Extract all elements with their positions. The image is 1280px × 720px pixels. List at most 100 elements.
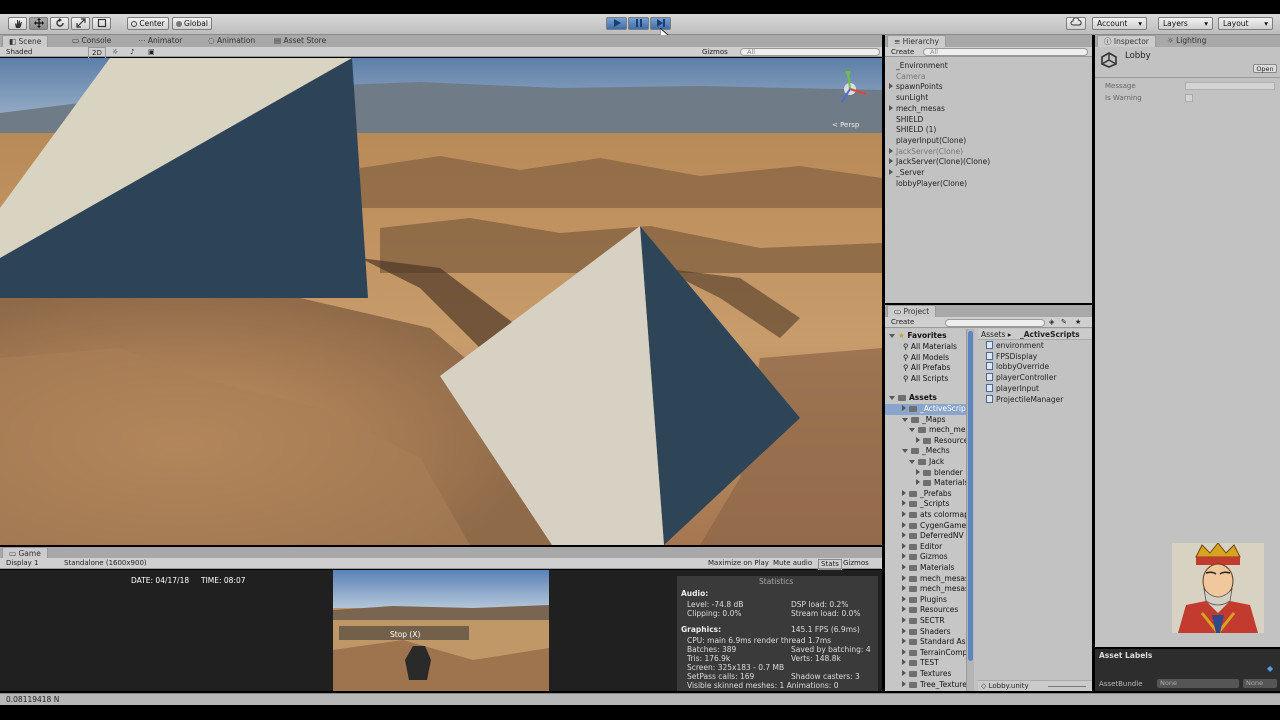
favorite-star-icon[interactable]: ★ <box>1075 317 1081 328</box>
asset-folder-item[interactable]: _Mechs <box>885 446 966 457</box>
lighting-toggle-icon[interactable]: ☼ <box>112 47 118 57</box>
breadcrumb-current[interactable]: _ActiveScripts <box>1020 330 1080 339</box>
asset-folder-item[interactable]: Resources <box>885 436 966 447</box>
filter-label-icon[interactable]: ✎ <box>1061 317 1067 328</box>
inspector-open-button[interactable]: Open <box>1253 64 1277 73</box>
stop-button-label[interactable]: Stop (X) <box>390 630 420 639</box>
audio-toggle-icon[interactable]: ♪ <box>130 47 134 57</box>
tab-lighting[interactable]: ☼ Lighting <box>1161 35 1212 47</box>
expand-arrow-icon[interactable] <box>902 574 906 581</box>
hierarchy-item[interactable]: JackServer(Clone) <box>889 147 963 157</box>
expand-arrow-icon[interactable] <box>902 521 906 528</box>
tab-asset-store[interactable]: ▤ Asset Store <box>268 35 332 47</box>
asset-folder-item[interactable]: Plugins <box>885 595 966 606</box>
tab-hierarchy[interactable]: ≡ Hierarchy <box>887 35 946 47</box>
project-search-input[interactable] <box>945 319 1045 327</box>
expand-arrow-icon[interactable] <box>902 532 906 539</box>
asset-folder-item[interactable]: _Prefabs <box>885 489 966 500</box>
asset-folder-item[interactable]: CygenGames <box>885 521 966 532</box>
tab-project[interactable]: ▭ Project <box>887 305 937 317</box>
hierarchy-item[interactable]: mech_mesas <box>889 104 945 114</box>
layout-dropdown[interactable]: Layout ▾ <box>1218 17 1273 30</box>
expand-arrow-icon[interactable] <box>902 449 908 454</box>
expand-arrow-icon[interactable] <box>902 680 906 687</box>
asset-folder-item[interactable]: blender <box>885 468 966 479</box>
expand-arrow-icon[interactable] <box>902 542 906 549</box>
asset-folder-item[interactable]: Jack <box>885 457 966 468</box>
asset-variant-dropdown[interactable]: None <box>1243 679 1277 688</box>
favorite-item[interactable]: ⚲ All Materials <box>903 342 957 353</box>
expand-arrow-icon[interactable] <box>902 627 906 634</box>
tab-game[interactable]: ▭ Game <box>2 547 48 558</box>
asset-folder-item[interactable]: Gizmos <box>885 552 966 563</box>
hierarchy-item[interactable]: SHIELD <box>889 115 923 125</box>
expand-arrow-icon[interactable] <box>902 500 906 507</box>
asset-folder-item[interactable]: Textures <box>885 669 966 680</box>
mute-audio-toggle[interactable]: Mute audio <box>773 558 812 569</box>
project-create-dropdown[interactable]: Create <box>891 317 914 328</box>
pause-button[interactable] <box>628 17 649 30</box>
maximize-on-play-toggle[interactable]: Maximize on Play <box>708 558 769 569</box>
icon-size-slider[interactable] <box>1048 686 1086 687</box>
expand-arrow-icon[interactable] <box>916 436 920 443</box>
expand-arrow-icon[interactable] <box>902 585 906 592</box>
asset-folder-item[interactable]: TEST <box>885 658 966 669</box>
expand-arrow-icon[interactable] <box>889 104 893 111</box>
hierarchy-item[interactable]: Camera <box>889 72 925 82</box>
hierarchy-item[interactable]: playerInput(Clone) <box>889 136 966 146</box>
hand-tool-button[interactable] <box>8 17 27 30</box>
expand-arrow-icon[interactable] <box>902 405 906 411</box>
favorites-header[interactable]: ★ Favorites <box>889 331 947 342</box>
stats-toggle[interactable]: Stats <box>818 558 842 570</box>
scene-search-input[interactable]: All <box>740 48 880 56</box>
expand-arrow-icon[interactable] <box>889 158 893 165</box>
asset-folder-item[interactable]: Materials <box>885 478 966 489</box>
favorite-item[interactable]: ⚲ All Prefabs <box>903 363 950 374</box>
asset-folder-item[interactable]: TerrainComp <box>885 648 966 659</box>
asset-folder-item[interactable]: Resources <box>885 605 966 616</box>
expand-arrow-icon[interactable] <box>916 468 920 475</box>
pivot-global-button[interactable]: Global <box>172 17 212 30</box>
message-field[interactable] <box>1185 82 1275 90</box>
scene-viewport[interactable]: < Persp <box>0 58 882 545</box>
expand-arrow-icon[interactable] <box>902 606 906 613</box>
script-file-item[interactable]: lobbyOverride <box>986 362 1049 372</box>
expand-arrow-icon[interactable] <box>902 489 906 496</box>
script-file-item[interactable]: ProjectileManager <box>986 394 1063 405</box>
script-file-item[interactable]: FPSDisplay <box>986 351 1037 362</box>
hierarchy-item[interactable]: _Environment <box>889 61 948 71</box>
hierarchy-item[interactable]: spawnPoints <box>889 82 943 92</box>
expand-arrow-icon[interactable] <box>902 617 906 623</box>
layers-dropdown[interactable]: Layers ▾ <box>1158 17 1213 30</box>
expand-arrow-icon[interactable] <box>916 479 920 486</box>
asset-folder-item[interactable]: Tree_Texture <box>885 680 966 691</box>
asset-folder-item[interactable]: _ActiveScripts <box>885 404 966 415</box>
scale-tool-button[interactable] <box>71 17 90 30</box>
expand-arrow-icon[interactable] <box>889 147 893 154</box>
account-dropdown[interactable]: Account ▾ <box>1092 17 1147 30</box>
asset-folder-item[interactable]: mech_mesas <box>885 425 966 436</box>
tab-console[interactable]: ▭ Console <box>66 35 117 47</box>
expand-arrow-icon[interactable] <box>902 417 908 422</box>
tab-animation[interactable]: ◌ Animation <box>202 35 261 47</box>
asset-folder-item[interactable]: mech_mesas_ <box>885 584 966 595</box>
asset-folder-item[interactable]: SECTR <box>885 616 966 627</box>
expand-arrow-icon[interactable] <box>902 595 906 602</box>
asset-folder-item[interactable]: Editor <box>885 542 966 553</box>
tab-animator[interactable]: ⋯ Animator <box>132 35 188 47</box>
hierarchy-search-input[interactable]: All <box>923 48 1088 56</box>
expand-arrow-icon[interactable] <box>902 553 906 560</box>
expand-arrow-icon[interactable] <box>902 648 906 655</box>
shading-mode-dropdown[interactable]: Shaded <box>6 47 32 57</box>
tree-scrollbar-thumb[interactable] <box>968 331 973 661</box>
scene-gizmo-persp-label[interactable]: < Persp <box>832 121 859 129</box>
expand-arrow-icon[interactable] <box>902 638 906 645</box>
favorite-item[interactable]: ⚲ All Scripts <box>903 374 948 385</box>
hierarchy-item[interactable]: sunLight <box>889 93 928 103</box>
expand-arrow-icon[interactable] <box>902 511 906 517</box>
expand-arrow-icon[interactable] <box>902 659 906 666</box>
expand-arrow-icon[interactable] <box>909 460 915 464</box>
asset-folder-item[interactable]: Materials <box>885 563 966 574</box>
expand-arrow-icon[interactable] <box>889 169 893 175</box>
asset-folder-item[interactable]: DeferredNV <box>885 531 966 542</box>
